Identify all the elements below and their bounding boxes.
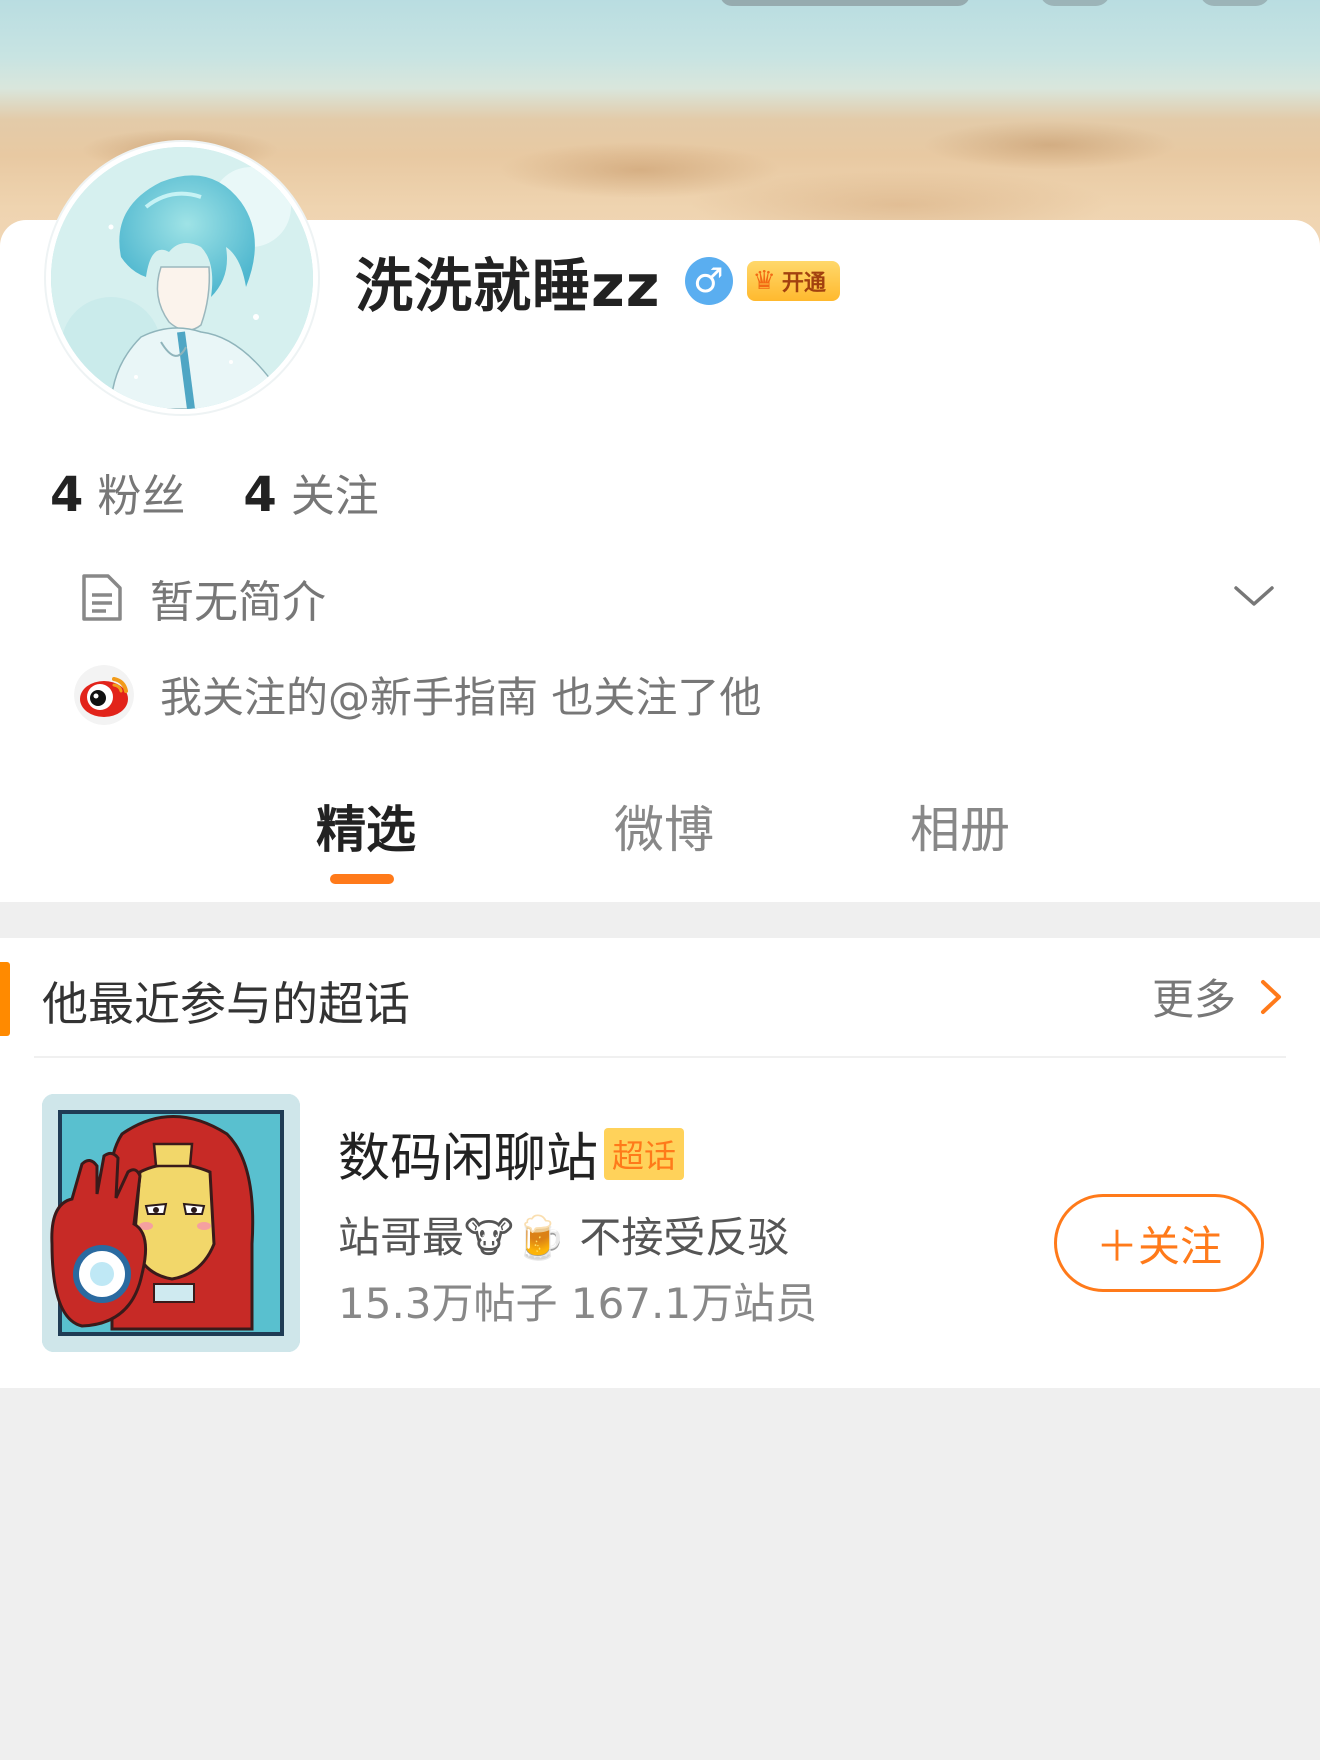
profile-tabs: 精选 微博 相册: [0, 780, 1320, 902]
following-label: 关注: [290, 471, 379, 522]
super-topic-thumbnail: [42, 1094, 300, 1352]
fans-count: 4: [50, 467, 84, 523]
mutual-follow-row[interactable]: 我关注的@新手指南 也关注了他: [74, 664, 761, 725]
vip-open-badge[interactable]: ♛ 开通: [746, 261, 840, 301]
bio-row[interactable]: 暂无简介: [78, 566, 1278, 630]
username: 洗洗就睡zz: [355, 252, 661, 320]
section-accent-bar: [0, 962, 10, 1036]
name-row: 洗洗就睡zz ♂ ♛ 开通: [355, 244, 840, 320]
fans-label: 粉丝: [97, 471, 186, 522]
tab-album[interactable]: 相册: [910, 790, 1010, 862]
bio-text: 暂无简介: [150, 577, 326, 628]
super-topic-tag: 超话: [604, 1127, 685, 1180]
crown-icon: ♛: [752, 266, 776, 296]
following-stat[interactable]: 4 关注: [243, 460, 378, 524]
male-gender-icon: ♂: [684, 257, 733, 305]
super-topic-description: 站哥最🐮🍺 不接受反驳: [338, 1213, 790, 1262]
following-count: 4: [243, 467, 277, 523]
super-topic-title-row: 数码闲聊站 超话: [338, 1116, 685, 1191]
tab-weibo[interactable]: 微博: [614, 790, 714, 862]
fans-stat[interactable]: 4 粉丝: [50, 460, 185, 524]
super-topic-name: 数码闲聊站: [338, 1129, 599, 1189]
section-title: 他最近参与的超话: [42, 977, 410, 1031]
super-topics-section: 他最近参与的超话 更多 数码闲聊站 超话 站哥最🐮🍺 不接受反驳 15.3万帖子…: [0, 938, 1320, 1388]
tab-featured[interactable]: 精选: [316, 790, 416, 862]
mutual-avatar: [74, 664, 134, 725]
super-topic-stats: 15.3万帖子 167.1万站员: [338, 1279, 818, 1328]
more-link[interactable]: 更多: [1152, 966, 1284, 1027]
divider: [34, 1056, 1286, 1058]
follow-topic-button[interactable]: ＋关注: [1054, 1194, 1264, 1292]
status-bubble: [1200, 0, 1270, 6]
more-label: 更多: [1151, 975, 1236, 1024]
status-bubble: [1040, 0, 1110, 6]
chevron-down-icon[interactable]: [1230, 576, 1278, 616]
profile-stats: 4 粉丝 4 关注: [50, 460, 437, 524]
status-pill: [720, 0, 970, 6]
chevron-right-icon: [1261, 979, 1281, 1014]
avatar-image: [51, 147, 313, 409]
active-tab-indicator: [330, 874, 394, 884]
vip-open-label: 开通: [781, 271, 826, 296]
avatar[interactable]: [46, 142, 318, 414]
super-topic-item[interactable]: 数码闲聊站 超话 站哥最🐮🍺 不接受反驳 15.3万帖子 167.1万站员 ＋关…: [42, 1094, 1282, 1354]
profile-page: 洗洗就睡zz ♂ ♛ 开通 4 粉丝 4 关注 暂无简介 我关注的@新手指南 也…: [0, 0, 1320, 1760]
mutual-follow-text: 我关注的@新手指南 也关注了他: [160, 673, 762, 722]
document-icon: [82, 574, 122, 621]
